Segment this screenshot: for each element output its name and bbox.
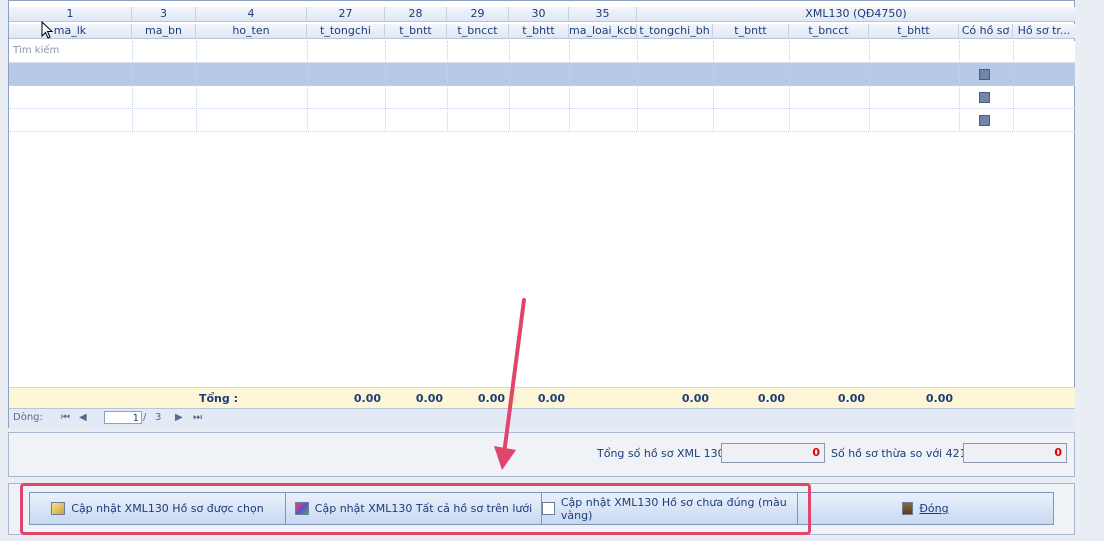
column-header-t-bncct-2[interactable]: t_bncct bbox=[789, 24, 869, 38]
col-number: 1 bbox=[9, 7, 132, 21]
column-divider bbox=[307, 41, 308, 131]
filter-row[interactable]: Tìm kiếm bbox=[9, 41, 1075, 63]
column-divider bbox=[196, 41, 197, 131]
column-header-ma-bn[interactable]: ma_bn bbox=[132, 24, 196, 38]
has-record-checkbox[interactable] bbox=[979, 69, 990, 80]
column-header-ma-lk[interactable]: ma_lk bbox=[9, 24, 132, 38]
pager-first-icon[interactable]: ⏮ bbox=[61, 412, 70, 423]
pager-separator: / bbox=[143, 412, 147, 423]
has-record-checkbox[interactable] bbox=[979, 115, 990, 126]
table-row[interactable] bbox=[9, 86, 1075, 109]
col-number: 35 bbox=[569, 7, 637, 21]
column-divider bbox=[509, 41, 510, 131]
total-t-tongchi: 0.00 bbox=[353, 392, 381, 405]
close-label: Đóng bbox=[919, 502, 949, 515]
totals-label: Tổng : bbox=[199, 392, 238, 405]
total-t-bncct-2: 0.00 bbox=[837, 392, 865, 405]
total-t-bntt-2: 0.00 bbox=[757, 392, 785, 405]
arrow-annotation bbox=[494, 298, 526, 470]
column-header-t-tongchi[interactable]: t_tongchi bbox=[307, 24, 385, 38]
column-header-co-ho-so[interactable]: Có hồ sơ bbox=[959, 24, 1013, 38]
column-header-t-bhtt[interactable]: t_bhtt bbox=[509, 24, 569, 38]
pager-label: Dòng: bbox=[13, 412, 43, 423]
column-divider bbox=[569, 41, 570, 131]
column-divider bbox=[447, 41, 448, 131]
search-placeholder[interactable]: Tìm kiếm bbox=[13, 45, 59, 56]
col-number: 28 bbox=[385, 7, 447, 21]
total-records-label: Tổng số hồ sơ XML 130: bbox=[597, 447, 729, 460]
column-divider bbox=[385, 41, 386, 131]
column-name-header: ma_lk ma_bn ho_ten t_tongchi t_bntt t_bn… bbox=[9, 24, 1075, 39]
column-divider bbox=[869, 41, 870, 131]
table-row[interactable] bbox=[9, 63, 1075, 86]
excess-records-label: Số hồ sơ thừa so với 4210: bbox=[831, 447, 978, 460]
column-header-t-bhtt-2[interactable]: t_bhtt bbox=[869, 24, 959, 38]
summary-panel: Tổng số hồ sơ XML 130: 0 Số hồ sơ thừa s… bbox=[8, 432, 1075, 477]
column-header-ho-so-tr[interactable]: Hồ sơ tr... bbox=[1013, 24, 1075, 38]
pager-total-pages: 3 bbox=[155, 412, 162, 423]
column-header-t-bntt[interactable]: t_bntt bbox=[385, 24, 447, 38]
xml130-grid: 1 3 4 27 28 29 30 35 XML130 (QĐ4750) ma_… bbox=[8, 0, 1075, 428]
col-number: 4 bbox=[196, 7, 307, 21]
page-number-input[interactable]: 1 bbox=[104, 411, 142, 424]
totals-row: Tổng : 0.00 0.00 0.00 0.00 0.00 0.00 0.0… bbox=[9, 387, 1075, 410]
column-header-ma-loai-kcb[interactable]: ma_loai_kcb bbox=[569, 24, 637, 38]
col-number: 27 bbox=[307, 7, 385, 21]
total-t-bhtt-2: 0.00 bbox=[925, 392, 953, 405]
table-row[interactable] bbox=[9, 109, 1075, 132]
col-number: 3 bbox=[132, 7, 196, 21]
excess-records-field: 0 bbox=[963, 443, 1067, 463]
total-t-bntt: 0.00 bbox=[415, 392, 443, 405]
has-record-checkbox[interactable] bbox=[979, 92, 990, 103]
pager-prev-icon[interactable]: ◀ bbox=[79, 412, 87, 423]
exit-door-icon bbox=[902, 502, 914, 515]
pager: Dòng: ⏮ ◀ 1 / 3 ▶ ⏭ bbox=[9, 408, 1075, 428]
column-divider bbox=[132, 41, 133, 131]
column-divider bbox=[789, 41, 790, 131]
col-number: 29 bbox=[447, 7, 509, 21]
pager-next-icon[interactable]: ▶ bbox=[175, 412, 183, 423]
group-header: XML130 (QĐ4750) bbox=[805, 7, 907, 20]
pager-last-icon[interactable]: ⏭ bbox=[193, 412, 202, 423]
column-header-t-bncct[interactable]: t_bncct bbox=[447, 24, 509, 38]
column-header-ho-ten[interactable]: ho_ten bbox=[196, 24, 307, 38]
total-records-field: 0 bbox=[721, 443, 825, 463]
column-header-t-bntt-2[interactable]: t_bntt bbox=[713, 24, 789, 38]
column-number-header: 1 3 4 27 28 29 30 35 XML130 (QĐ4750) bbox=[9, 7, 1075, 22]
mouse-cursor-icon bbox=[41, 21, 53, 39]
column-divider bbox=[959, 41, 960, 131]
close-button[interactable]: Đóng bbox=[797, 492, 1054, 525]
highlight-box bbox=[20, 483, 811, 535]
column-divider bbox=[637, 41, 638, 131]
column-header-t-tongchi-bh[interactable]: t_tongchi_bh bbox=[637, 24, 713, 38]
col-number: 30 bbox=[509, 7, 569, 21]
column-divider bbox=[713, 41, 714, 131]
total-t-tongchi-bh: 0.00 bbox=[681, 392, 709, 405]
column-divider bbox=[1013, 41, 1014, 131]
